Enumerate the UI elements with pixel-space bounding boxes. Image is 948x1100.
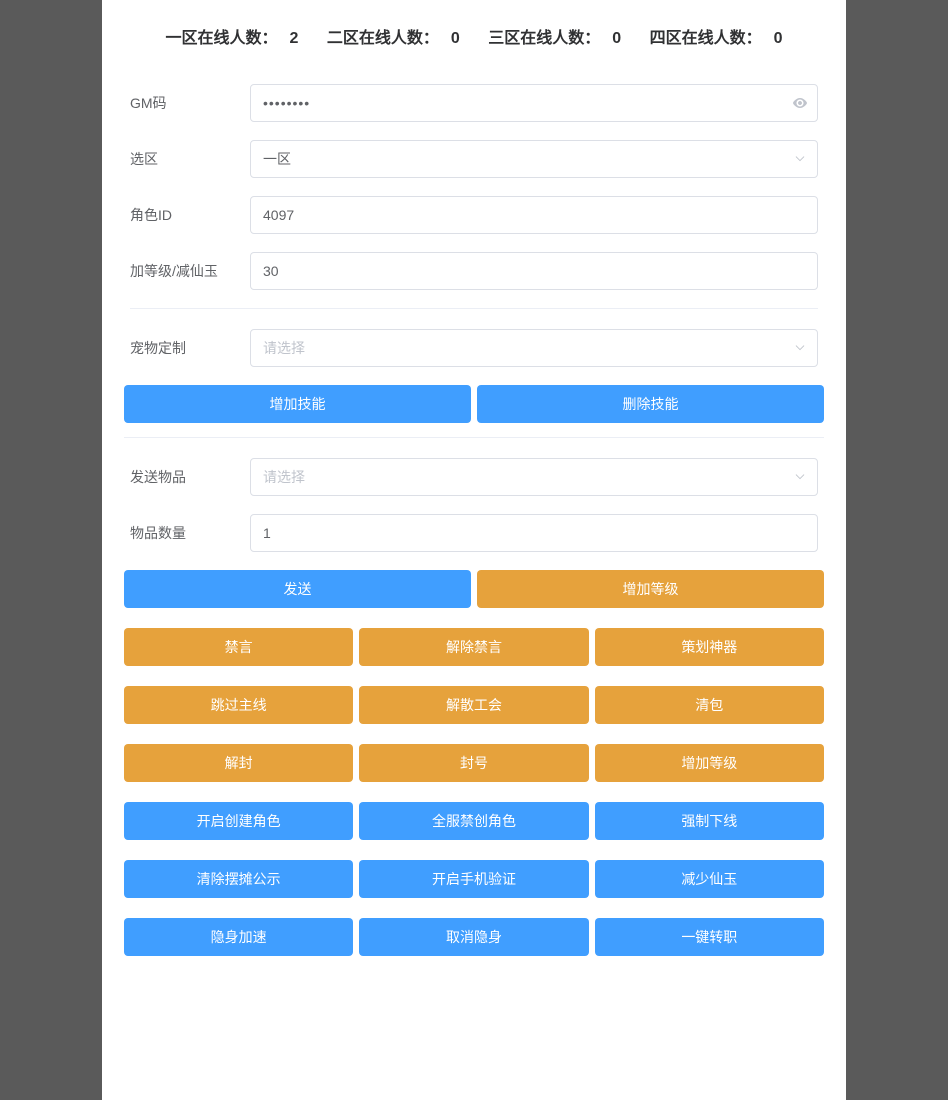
item-qty-label: 物品数量 — [130, 523, 250, 543]
role-id-label: 角色ID — [130, 205, 250, 225]
unmute-button[interactable]: 解除禁言 — [359, 628, 588, 666]
online-stats-header: 一区在线人数：2 二区在线人数：0 三区在线人数：0 四区在线人数：0 — [124, 24, 824, 48]
send-item-select[interactable]: 请选择 — [250, 458, 818, 496]
clear-stall-notice-button[interactable]: 清除摆摊公示 — [124, 860, 353, 898]
zone-select-label: 选区 — [130, 149, 250, 169]
send-button[interactable]: 发送 — [124, 570, 471, 608]
send-item-placeholder: 请选择 — [263, 467, 305, 487]
clear-bag-button[interactable]: 清包 — [595, 686, 824, 724]
zone-select[interactable]: 一区 — [250, 140, 818, 178]
zone2-stat: 二区在线人数：0 — [321, 30, 466, 47]
admin-panel-card: 一区在线人数：2 二区在线人数：0 三区在线人数：0 四区在线人数：0 GM码 … — [102, 0, 846, 1100]
divider — [130, 308, 818, 309]
add-level-2-button[interactable]: 增加等级 — [595, 744, 824, 782]
add-skill-button[interactable]: 增加技能 — [124, 385, 471, 423]
gm-code-input[interactable] — [250, 84, 818, 122]
pet-custom-placeholder: 请选择 — [263, 338, 305, 358]
chevron-down-icon — [793, 470, 807, 484]
send-item-label: 发送物品 — [130, 467, 250, 487]
skip-main-button[interactable]: 跳过主线 — [124, 686, 353, 724]
reduce-xianyu-button[interactable]: 减少仙玉 — [595, 860, 824, 898]
one-click-job-button[interactable]: 一键转职 — [595, 918, 824, 956]
ban-button[interactable]: 封号 — [359, 744, 588, 782]
zone1-stat: 一区在线人数：2 — [159, 30, 304, 47]
eye-icon[interactable] — [792, 95, 808, 111]
zone-select-value: 一区 — [263, 149, 291, 169]
enable-phone-verify-button[interactable]: 开启手机验证 — [359, 860, 588, 898]
chevron-down-icon — [793, 341, 807, 355]
zone3-stat: 三区在线人数：0 — [482, 30, 627, 47]
cancel-stealth-button[interactable]: 取消隐身 — [359, 918, 588, 956]
pet-custom-select[interactable]: 请选择 — [250, 329, 818, 367]
delete-skill-button[interactable]: 删除技能 — [477, 385, 824, 423]
planner-artifact-button[interactable]: 策划神器 — [595, 628, 824, 666]
force-offline-button[interactable]: 强制下线 — [595, 802, 824, 840]
divider — [124, 437, 824, 438]
mute-button[interactable]: 禁言 — [124, 628, 353, 666]
zone4-stat: 四区在线人数：0 — [644, 30, 789, 47]
enable-create-role-button[interactable]: 开启创建角色 — [124, 802, 353, 840]
add-level-button[interactable]: 增加等级 — [477, 570, 824, 608]
level-input[interactable] — [250, 252, 818, 290]
unban-button[interactable]: 解封 — [124, 744, 353, 782]
disable-create-role-button[interactable]: 全服禁创角色 — [359, 802, 588, 840]
level-label: 加等级/减仙玉 — [130, 261, 250, 281]
pet-custom-label: 宠物定制 — [130, 338, 250, 358]
stealth-speed-button[interactable]: 隐身加速 — [124, 918, 353, 956]
role-id-input[interactable] — [250, 196, 818, 234]
chevron-down-icon — [793, 152, 807, 166]
item-qty-input[interactable] — [250, 514, 818, 552]
disband-guild-button[interactable]: 解散工会 — [359, 686, 588, 724]
gm-code-label: GM码 — [130, 93, 250, 113]
